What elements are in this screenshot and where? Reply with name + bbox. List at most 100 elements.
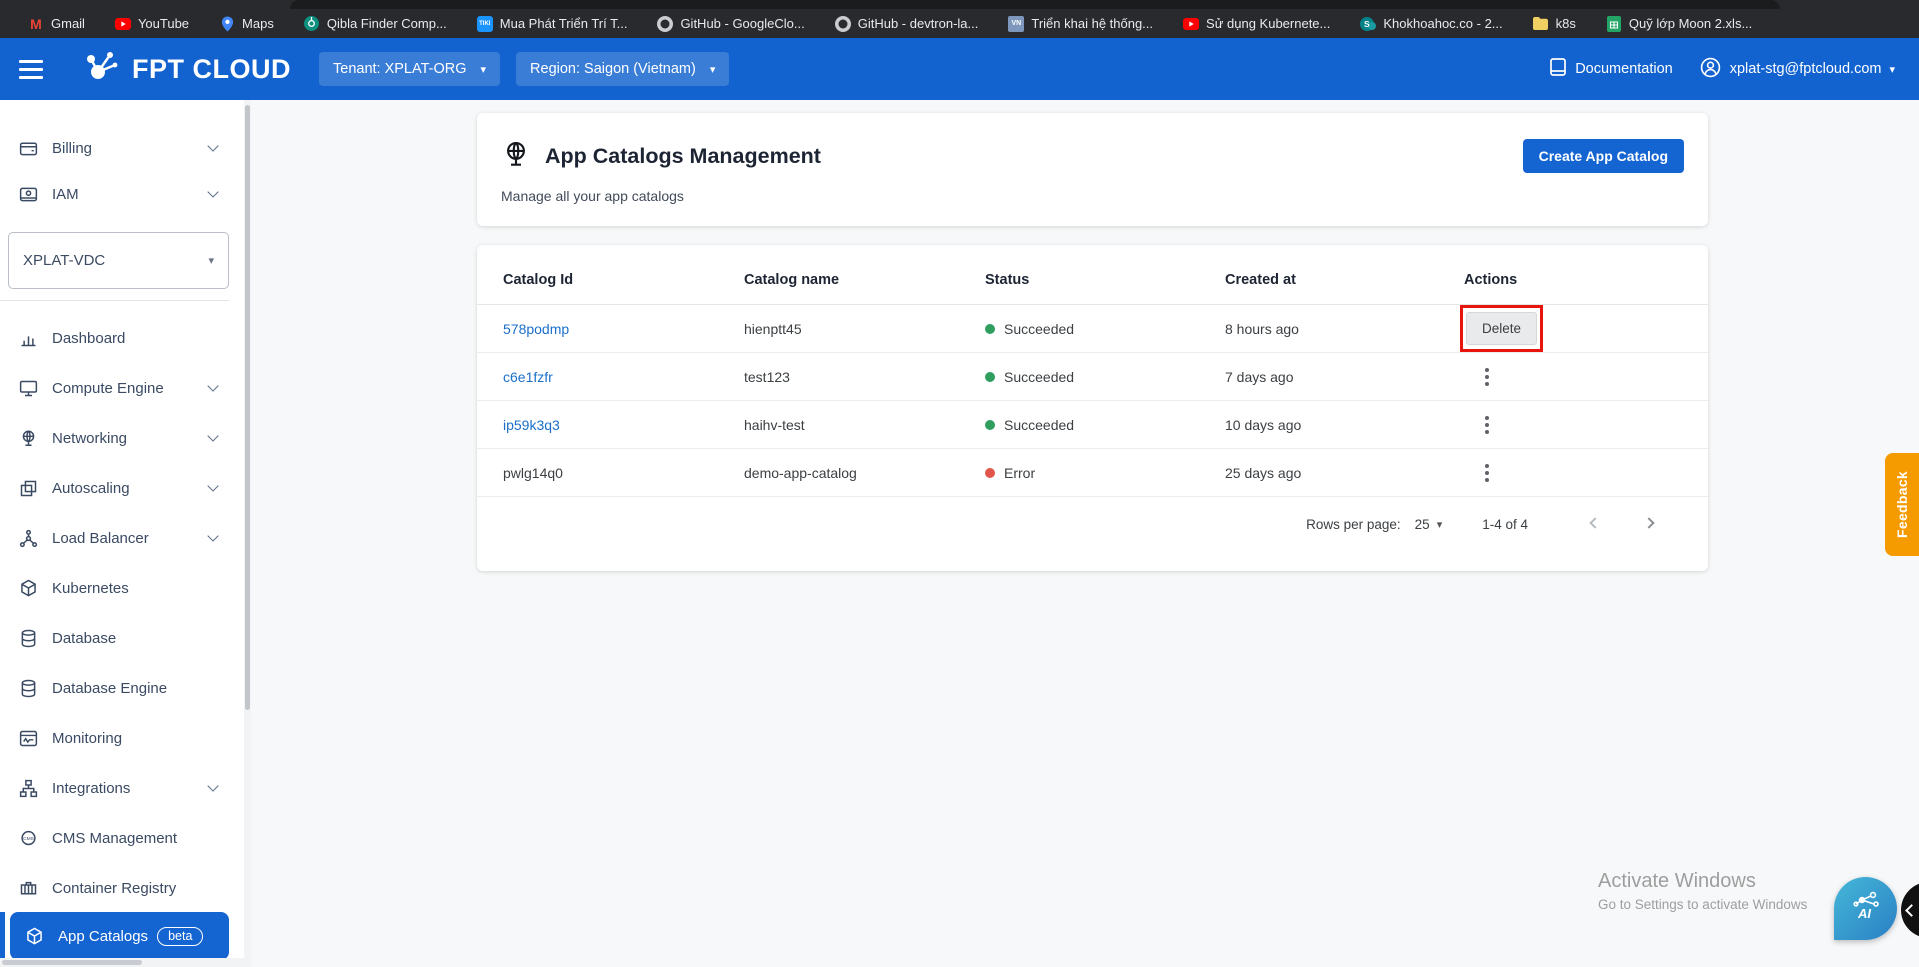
layers-icon <box>18 478 39 499</box>
fpt-molecule-icon <box>84 50 124 89</box>
rows-per-page-label: Rows per page: <box>1306 516 1401 532</box>
user-avatar-icon <box>1699 56 1722 83</box>
doc-blue-icon: VN <box>1008 15 1025 32</box>
fpt-cloud-logo[interactable]: FPT CLOUD <box>84 50 291 89</box>
bookmark-item[interactable]: Quỹ lớp Moon 2.xls... <box>1606 15 1753 32</box>
actions-cell: Delete <box>1460 305 1708 352</box>
tenant-selector[interactable]: Tenant: XPLAT-ORG ▾ <box>319 52 501 86</box>
status-cell: Succeeded <box>985 417 1225 433</box>
svg-text:S: S <box>1364 19 1370 29</box>
sidebar-item-database-engine[interactable]: Database Engine <box>0 663 229 713</box>
catalog-id-link[interactable]: ip59k3q3 <box>503 417 744 433</box>
bookmark-label: Quỹ lớp Moon 2.xls... <box>1628 16 1753 31</box>
catalogs-table-card: Catalog Id Catalog name Status Created at Ac… <box>477 245 1708 571</box>
page-subtitle: Manage all your app catalogs <box>501 188 684 204</box>
youtube-icon <box>114 16 131 32</box>
bookmark-item[interactable]: GitHub - devtron-la... <box>834 15 978 32</box>
delete-button[interactable]: Delete <box>1466 312 1538 345</box>
catalog-name: haihv-test <box>744 416 805 433</box>
sidebar-item-cms-management[interactable]: CMS CMS Management <box>0 813 229 863</box>
bookmark-item[interactable]: k8s <box>1533 16 1576 32</box>
user-menu[interactable]: xplat-stg@fptcloud.com ▾ <box>1699 56 1895 83</box>
created-at: 7 days ago <box>1225 368 1294 385</box>
activate-windows-watermark: Activate Windows Go to Settings to activ… <box>1598 870 1808 912</box>
db-icon <box>18 678 39 699</box>
bookmark-item[interactable]: Maps <box>219 16 274 32</box>
sidebar-item-label: Database Engine <box>52 679 168 697</box>
sidebar-item-compute-engine[interactable]: Compute Engine <box>0 363 229 413</box>
documentation-link[interactable]: Documentation <box>1549 57 1673 81</box>
chevron-down-icon: ▾ <box>1436 518 1443 531</box>
sidebar-item-networking[interactable]: Networking <box>0 413 229 463</box>
bookmark-label: GitHub - GoogleClo... <box>680 16 805 31</box>
ai-chat-button[interactable]: AI <box>1834 877 1897 940</box>
catalog-id-link[interactable]: c6e1fzfr <box>503 369 744 385</box>
column-header-catalog-name: Catalog name <box>744 271 840 288</box>
qibla-icon <box>304 16 320 32</box>
sidebar-item-label: Database <box>52 629 117 647</box>
created-at: 8 hours ago <box>1225 320 1299 337</box>
bookmark-item[interactable]: TIKI Mua Phát Triển Trí T... <box>476 15 627 32</box>
row-actions-menu-icon[interactable] <box>1472 362 1502 392</box>
chart-icon <box>18 328 39 349</box>
sidebar-item-kubernetes[interactable]: Kubernetes <box>0 563 229 613</box>
sidebar-item-autoscaling[interactable]: Autoscaling <box>0 463 229 513</box>
sidebar-item-container-registry[interactable]: Container Registry <box>0 863 229 913</box>
chevron-down-icon <box>207 530 219 542</box>
globe-icon <box>18 428 39 449</box>
sidebar-item-integrations[interactable]: Integrations <box>0 763 229 813</box>
sidebar-divider <box>0 300 229 301</box>
bookmark-item[interactable]: Qibla Finder Comp... <box>304 16 447 32</box>
monitor-icon <box>18 378 39 399</box>
row-actions-menu-icon[interactable] <box>1472 410 1502 440</box>
bookmark-item[interactable]: YouTube <box>114 16 189 32</box>
logo-text: FPT CLOUD <box>132 53 291 84</box>
sidebar-scrollbar-vertical[interactable] <box>244 100 251 958</box>
column-header-actions: Actions <box>1464 271 1518 288</box>
feedback-tab[interactable]: Feedback <box>1885 453 1919 556</box>
bookmark-label: k8s <box>1555 16 1576 31</box>
menu-button[interactable] <box>0 38 62 100</box>
globe-icon <box>501 139 531 174</box>
column-header-created-at: Created at <box>1225 271 1296 288</box>
bookmark-item[interactable]: Sử dụng Kubernete... <box>1183 16 1330 32</box>
ai-molecule-icon: AI <box>1848 888 1884 929</box>
sidebar-item-billing[interactable]: Billing <box>0 125 229 171</box>
pagination-range: 1-4 of 4 <box>1482 516 1528 532</box>
bookmark-item[interactable]: VN Triển khai hệ thống... <box>1008 15 1154 32</box>
sidebar-item-database[interactable]: Database <box>0 613 229 663</box>
vdc-selector[interactable]: XPLAT-VDC ▾ <box>8 232 229 289</box>
idcard-icon <box>18 184 39 205</box>
cms-icon: CMS <box>18 828 39 849</box>
sidebar-item-load-balancer[interactable]: Load Balancer <box>0 513 229 563</box>
chevron-left-icon <box>1905 903 1918 917</box>
sidebar-item-app-catalogs[interactable]: App Catalogs beta <box>10 912 229 960</box>
create-app-catalog-button[interactable]: Create App Catalog <box>1522 139 1684 173</box>
sidebar-item-dashboard[interactable]: Dashboard <box>0 313 229 363</box>
chevron-down-icon: ▾ <box>709 63 716 76</box>
bookmark-label: Triển khai hệ thống... <box>1031 16 1154 31</box>
row-actions-menu-icon[interactable] <box>1472 458 1502 488</box>
sharepoint-icon: S <box>1360 16 1377 32</box>
app-header: FPT CLOUD Tenant: XPLAT-ORG ▾ Region: Sai… <box>0 38 1919 100</box>
nodes-icon <box>18 528 39 549</box>
previous-page-button[interactable] <box>1582 511 1608 537</box>
rows-per-page-select[interactable]: 25 ▾ <box>1415 517 1443 532</box>
github-icon <box>834 15 851 32</box>
sidebar-item-label: IAM <box>52 185 79 203</box>
status-dot-icon <box>985 467 995 478</box>
sidebar-item-label: Container Registry <box>52 879 177 897</box>
sidebar-scrollbar-horizontal[interactable] <box>0 958 251 967</box>
region-selector[interactable]: Region: Saigon (Vietnam) ▾ <box>516 52 730 86</box>
catalog-id-link[interactable]: 578podmp <box>503 321 744 337</box>
bookmark-item[interactable]: M Gmail <box>28 16 85 32</box>
catalog-name: demo-app-catalog <box>744 464 857 481</box>
next-page-button[interactable] <box>1636 511 1662 537</box>
bookmark-item[interactable]: GitHub - GoogleClo... <box>657 15 805 32</box>
beta-badge: beta <box>157 926 204 946</box>
sidebar-item-monitoring[interactable]: Monitoring <box>0 713 229 763</box>
status-dot-icon <box>985 371 995 382</box>
document-icon <box>1549 57 1567 81</box>
bookmark-item[interactable]: S Khokhoahoc.co - 2... <box>1360 16 1503 32</box>
sidebar-item-iam[interactable]: IAM <box>0 171 229 217</box>
